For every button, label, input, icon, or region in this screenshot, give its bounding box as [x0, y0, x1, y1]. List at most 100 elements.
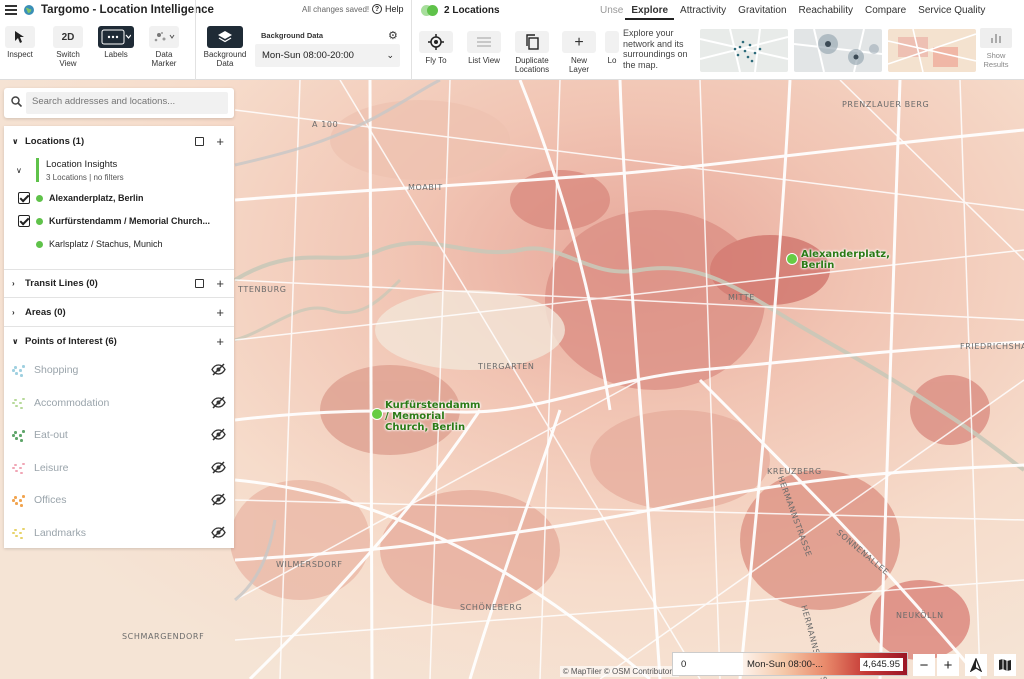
chevron-right-icon[interactable]: › — [12, 308, 20, 317]
chevron-down-icon[interactable]: ∨ — [16, 166, 22, 175]
tab-attractivity[interactable]: Attractivity — [674, 3, 732, 20]
location-marker[interactable] — [371, 408, 383, 420]
plus-icon: + — [562, 31, 596, 53]
eye-off-icon[interactable] — [211, 363, 226, 376]
location-list-item[interactable]: Alexanderplatz, Berlin — [18, 192, 144, 204]
layers-panel: ∨ Locations (1) + ∨ Location Insights 3 … — [4, 126, 234, 548]
map-attribution[interactable]: © MapTiler © OSM Contributors — [559, 666, 679, 677]
background-data-title: Background Data — [261, 31, 324, 40]
chevron-right-icon[interactable]: › — [12, 279, 20, 288]
labels-button[interactable]: Labels — [97, 26, 135, 59]
legend-time: Mon-Sun 08:00-... — [747, 658, 824, 670]
gear-icon[interactable]: ⚙ — [388, 29, 398, 42]
tab-unselect[interactable]: Unse — [594, 3, 625, 20]
chevron-down-icon[interactable]: ∨ — [12, 337, 20, 346]
compass-icon — [970, 658, 982, 672]
transit-checkbox[interactable] — [195, 278, 204, 288]
district-label: WILMERSDORF — [276, 560, 343, 569]
top-toolbar: Targomo - Location Intelligence All chan… — [0, 0, 1024, 80]
poi-item-offices[interactable]: Offices — [12, 489, 226, 511]
locations-section-header[interactable]: ∨ Locations (1) + — [4, 130, 234, 152]
location-dot-icon — [36, 217, 43, 225]
eye-off-icon[interactable] — [211, 525, 226, 539]
transit-lines-section-header[interactable]: › Transit Lines (0) + — [4, 272, 234, 294]
eye-off-icon[interactable] — [211, 493, 226, 506]
eye-off-icon[interactable] — [211, 395, 226, 409]
add-poi-button[interactable]: + — [216, 334, 224, 349]
add-transit-button[interactable]: + — [216, 276, 224, 291]
compass-button[interactable] — [965, 654, 987, 676]
view-2d-badge: 2D — [53, 26, 83, 48]
location-list-item[interactable]: Karlsplatz / Stachus, Munich — [18, 238, 163, 250]
analysis-tabs: Unse Explore Attractivity Gravitation Re… — [594, 3, 991, 20]
eye-off-icon[interactable] — [211, 460, 226, 474]
insights-subtitle: 3 Locations | no filters — [46, 173, 124, 182]
switch-view-button[interactable]: 2D Switch View — [52, 26, 84, 68]
legend-gradient: Mon-Sun 08:00-... 4,645.95 — [743, 653, 907, 675]
tab-gravitation[interactable]: Gravitation — [732, 3, 792, 20]
map-style-button[interactable] — [994, 654, 1016, 676]
new-layer-button[interactable]: + New Layer — [561, 31, 597, 74]
locations-header-label: Locations (1) — [25, 135, 85, 147]
chevron-down-icon[interactable]: ∨ — [12, 137, 20, 146]
zoom-out-button[interactable]: − — [913, 654, 935, 676]
background-data-button[interactable]: Background Data — [203, 26, 247, 68]
locations-toggle[interactable]: 2 Locations — [421, 5, 500, 16]
location-checkbox[interactable] — [18, 192, 30, 204]
poi-header-label: Points of Interest (6) — [25, 335, 117, 347]
select-all-checkbox[interactable] — [195, 136, 204, 146]
location-toggle-icon — [421, 5, 438, 16]
copy-icon — [515, 31, 549, 53]
list-view-button[interactable]: List View — [465, 31, 503, 65]
explore-thumbnail-1[interactable] — [700, 29, 788, 72]
eye-off-icon[interactable] — [211, 428, 226, 441]
menu-icon[interactable] — [5, 5, 17, 15]
tab-reachability[interactable]: Reachability — [793, 3, 859, 20]
search-input[interactable] — [32, 96, 222, 107]
tab-explore[interactable]: Explore — [625, 3, 675, 20]
show-results-button[interactable]: Show Results — [975, 28, 1017, 69]
poi-label: Eat-out — [34, 429, 68, 441]
fly-to-button[interactable]: Fly To — [419, 31, 453, 65]
poi-item-landmarks[interactable]: Landmarks — [12, 522, 226, 544]
location-list-item[interactable]: Kurfürstendamm / Memorial Church... — [18, 215, 210, 227]
add-area-button[interactable]: + — [216, 305, 224, 320]
inspect-button[interactable]: Inspect — [3, 26, 37, 59]
location-dot-icon — [36, 194, 43, 202]
data-marker-button[interactable]: Data Marker — [145, 26, 183, 68]
poi-section-header[interactable]: ∨ Points of Interest (6) + — [4, 330, 234, 352]
add-location-button[interactable]: + — [216, 134, 224, 149]
location-name: Alexanderplatz, Berlin — [49, 193, 144, 203]
search-icon — [11, 96, 22, 107]
explore-thumbnail-3[interactable] — [888, 29, 976, 72]
tab-service-quality[interactable]: Service Quality — [912, 3, 991, 20]
duplicate-locations-button[interactable]: Duplicate Locations — [513, 31, 551, 74]
poi-item-accommodation[interactable]: Accommodation — [12, 392, 226, 414]
heatmap-legend[interactable]: 0 Mon-Sun 08:00-... 4,645.95 — [672, 652, 908, 676]
globe-logo-icon — [24, 5, 34, 15]
poi-label: Accommodation — [34, 396, 110, 409]
location-tool-button[interactable]: Lo — [605, 31, 619, 65]
labels-label: Labels — [104, 50, 128, 59]
save-status: All changes saved! — [302, 5, 370, 14]
zoom-in-button[interactable]: + — [937, 654, 959, 676]
poi-category-icon — [12, 494, 25, 507]
help-button[interactable]: ? Help — [372, 4, 404, 14]
poi-item-leisure[interactable]: Leisure — [12, 457, 226, 479]
tab-compare[interactable]: Compare — [859, 3, 912, 20]
transit-header-label: Transit Lines (0) — [25, 277, 98, 289]
duplicate-label: Duplicate Locations — [514, 56, 550, 74]
cursor-icon — [5, 26, 35, 48]
poi-item-eat-out[interactable]: Eat-out — [12, 424, 226, 446]
location-marker[interactable] — [786, 253, 798, 265]
areas-section-header[interactable]: › Areas (0) + — [4, 301, 234, 323]
poi-item-shopping[interactable]: Shopping — [12, 359, 226, 381]
location-marker-label: Alexanderplatz, Berlin — [801, 249, 890, 271]
crosshair-icon — [419, 31, 453, 53]
background-data-select[interactable]: Mon-Sun 08:00-20:00 ⌄ — [255, 44, 400, 67]
explore-thumbnail-2[interactable] — [794, 29, 882, 72]
poi-category-icon — [12, 364, 25, 377]
location-checkbox[interactable] — [18, 215, 30, 227]
district-label: TIERGARTEN — [478, 362, 535, 371]
search-bar — [4, 88, 234, 118]
